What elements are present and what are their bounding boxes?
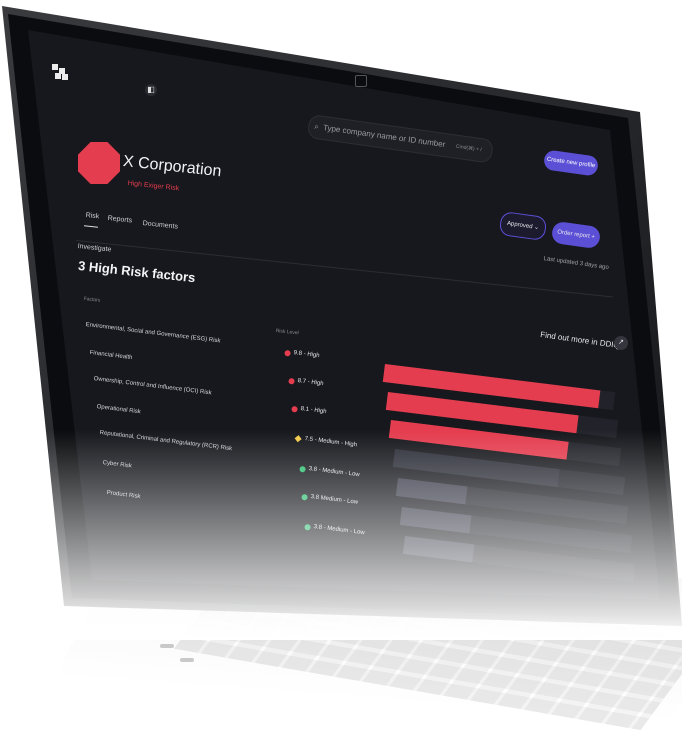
app-logo[interactable] [52,64,68,80]
approval-label: Approved [506,220,533,231]
order-report-label: Order report [556,229,591,240]
sidebar-toggle-icon[interactable]: ◧ [145,84,157,96]
external-link-icon[interactable]: ↗ [614,336,628,350]
camera-icon [355,75,367,87]
search-icon: ⌕ [313,121,320,132]
risk-octagon-icon [78,142,120,184]
chevron-down-icon: ⌄ [533,224,540,232]
search-shortcut: Cmd(⌘) + / [455,143,483,154]
tab-risk[interactable]: Risk [85,212,99,220]
usb-port [160,644,174,648]
plus-icon: + [590,234,596,241]
usb-port [180,658,194,662]
